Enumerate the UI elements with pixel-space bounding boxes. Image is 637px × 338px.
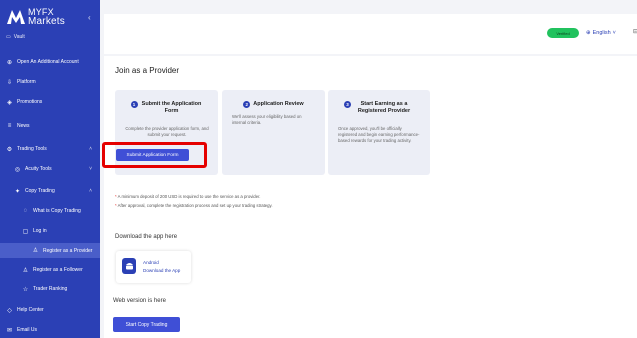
android-download-card[interactable]: Android Download the App (116, 251, 191, 283)
step-card-earning: 3 Start Earning as a Registered Provider… (328, 90, 430, 175)
sidebar-item-help-center[interactable]: ◇ Help Center (6, 304, 98, 316)
sidebar-item-register-follower[interactable]: ♙ Register as a Follower (22, 264, 98, 276)
download-icon: ⇩ (6, 79, 13, 86)
step-description: We'll assess your eligibility based on i… (232, 114, 302, 125)
step-header: 2 Application Review (222, 101, 325, 108)
acuity-icon: ◎ (14, 166, 21, 173)
tools-icon: ⚙ (6, 146, 13, 153)
news-icon: ≡ (7, 123, 12, 129)
step-number: 2 (243, 101, 251, 108)
sidebar-item-label: Help Center (17, 307, 44, 313)
step-card-review: 2 Application Review We'll assess your e… (222, 90, 325, 175)
asterisk-icon: * (115, 203, 117, 208)
brand-name: MYFX Markets (28, 8, 65, 27)
step-description: Complete the provider application form, … (125, 126, 209, 137)
top-bar: Verified ⊕ English ˅ ⊟ (104, 14, 637, 54)
sidebar-item-label: Acuity Tools (25, 166, 52, 172)
chevron-up-icon: ˄ (89, 146, 92, 152)
sidebar-item-label: Email Us (17, 327, 38, 333)
note-minimum-deposit: * A minimum deposit of 200 USD is requir… (115, 194, 260, 199)
chevron-down-icon: ˅ (89, 166, 92, 172)
note-after-approval: * After approval, complete the registrat… (115, 203, 273, 208)
step-number: 1 (130, 101, 138, 108)
sidebar-item-label: Trading Tools (17, 146, 47, 152)
globe-icon: ⊕ (586, 30, 591, 36)
collapse-sidebar-icon[interactable]: ‹ (88, 13, 91, 22)
gift-icon: ◈ (7, 99, 12, 106)
sidebar-item-acuity-tools[interactable]: ◎ Acuity Tools ˅ (14, 163, 98, 175)
follower-icon: ♙ (22, 267, 29, 274)
sidebar-item-copy-trading[interactable]: ✦ Copy Trading ˄ (14, 185, 98, 197)
sidebar-item-promotions[interactable]: ◈ Promotions (6, 96, 98, 108)
page-title: Join as a Provider (115, 66, 180, 75)
note-text: A minimum deposit of 200 USD is required… (117, 194, 261, 199)
step-title: Application Review (253, 101, 304, 107)
login-icon: ▢ (22, 228, 29, 235)
sidebar-item-label: Copy Trading (25, 188, 55, 194)
status-badge[interactable]: Verified (547, 28, 579, 38)
sidebar-item-what-is-copy-trading[interactable]: ◌ What is Copy Trading (22, 205, 98, 217)
app-download-label: Download the App (143, 268, 181, 273)
highlight-box (102, 142, 207, 168)
main-content: Join as a Provider 1 Submit the Applicat… (102, 56, 637, 338)
sidebar-item-label: Open An Additional Account (17, 59, 79, 65)
sidebar-item-open-account[interactable]: ⊕ Open An Additional Account (6, 56, 98, 68)
step-description: Once approved, you'll be officially regi… (338, 126, 420, 143)
sidebar-item-label: Register as a Provider (43, 247, 93, 254)
language-selector[interactable]: ⊕ English ˅ (586, 28, 616, 38)
vault-label: Vault (13, 34, 25, 40)
chevron-up-icon: ˄ (89, 188, 92, 194)
person-add-icon: ⊕ (6, 59, 13, 66)
ranking-icon: ☆ (22, 286, 29, 293)
sidebar: MYFX Markets ‹ ▭ Vault ⊕ Open An Additio… (0, 0, 100, 338)
sidebar-item-trader-ranking[interactable]: ☆ Trader Ranking (22, 283, 98, 295)
provider-icon: ♙ (32, 248, 39, 254)
help-icon: ◇ (7, 307, 12, 314)
download-title: Download the app here (115, 234, 178, 240)
sidebar-item-label: Trader Ranking (33, 286, 68, 292)
sidebar-item-register-provider[interactable]: ♙ Register as a Provider (0, 243, 100, 258)
logo-mark-icon (7, 10, 25, 24)
start-copy-trading-button[interactable]: Start Copy Trading (113, 317, 180, 332)
app-platform-name: Android (143, 260, 159, 265)
step-header: 3 Start Earning as a Registered Provider (328, 101, 430, 115)
sidebar-item-label: What is Copy Trading (33, 208, 81, 214)
step-title: Submit the Application Form (141, 101, 202, 114)
sidebar-item-trading-tools[interactable]: ⚙ Trading Tools ˄ (6, 143, 98, 155)
step-title: Start Earning as a Registered Provider (357, 101, 411, 114)
mail-icon: ✉ (6, 327, 13, 334)
chevron-down-icon: ˅ (612, 30, 616, 36)
sidebar-item-platform[interactable]: ⇩ Platform (6, 76, 98, 88)
note-text: After approval, complete the registratio… (117, 203, 273, 208)
menu-icon[interactable]: ⊟ (633, 28, 637, 35)
sidebar-item-login[interactable]: ▢ Log in (22, 225, 98, 237)
asterisk-icon: * (115, 194, 117, 199)
sidebar-item-label: Log in (33, 228, 47, 234)
copy-icon: ✦ (14, 188, 21, 195)
step-number: 3 (344, 101, 351, 108)
step-header: 1 Submit the Application Form (115, 101, 218, 115)
brand-logo[interactable]: MYFX Markets (7, 8, 65, 27)
sidebar-item-label: Register as a Follower (33, 267, 83, 273)
language-label: English (592, 30, 611, 36)
sidebar-item-email-us[interactable]: ✉ Email Us (6, 324, 98, 336)
brand-line2: Markets (28, 16, 65, 27)
question-icon: ◌ (23, 208, 28, 214)
wallet-icon: ▭ (6, 34, 11, 40)
sidebar-item-label: News (17, 123, 30, 129)
sidebar-item-label: Platform (17, 79, 36, 85)
web-version-title: Web version is here (113, 298, 166, 304)
android-icon (122, 258, 136, 274)
sidebar-item-label: Promotions (17, 99, 43, 105)
vault-link[interactable]: ▭ Vault (6, 34, 25, 40)
sidebar-item-news[interactable]: ≡ News (6, 120, 98, 132)
